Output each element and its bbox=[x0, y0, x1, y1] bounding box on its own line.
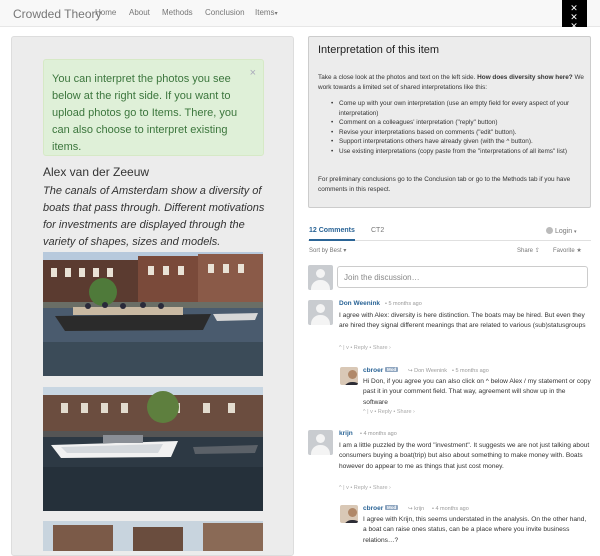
comment-actions[interactable]: ^ | v • Reply • Share › bbox=[363, 409, 415, 415]
alert-text: You can interpret the photos you see bel… bbox=[52, 73, 238, 153]
avatar bbox=[308, 300, 333, 325]
star-icon: ★ bbox=[576, 248, 582, 254]
instruction-item: Come up with your own interpretation (us… bbox=[331, 99, 585, 118]
comment-time[interactable]: • 5 months ago bbox=[452, 368, 489, 374]
favorite-button[interactable]: Favorite ★ bbox=[553, 247, 582, 254]
interpretation-footer: For preliminary conclusions go to the Co… bbox=[318, 176, 571, 193]
reply-to-name: krijn bbox=[414, 506, 425, 512]
comment-time[interactable]: • 4 months ago bbox=[432, 506, 469, 512]
user-icon bbox=[546, 227, 553, 234]
canal-photo-1 bbox=[43, 252, 263, 376]
comment-time[interactable]: • 5 months ago bbox=[385, 301, 422, 307]
comment-author-name: cbroer bbox=[363, 367, 384, 374]
avatar bbox=[308, 430, 333, 455]
comment-author-name: cbroer bbox=[363, 505, 384, 512]
nav-items-dropdown[interactable]: Items▾ bbox=[255, 8, 278, 17]
login-label: Login bbox=[554, 228, 573, 235]
current-user-avatar bbox=[308, 265, 333, 290]
nav-home[interactable]: Home bbox=[95, 8, 116, 17]
share-label: Share bbox=[517, 248, 534, 254]
instruction-list: Come up with your own interpretation (us… bbox=[331, 99, 585, 156]
reply-arrow-icon: ↪ bbox=[408, 506, 413, 512]
sort-dropdown[interactable]: Sort by Best ▾ bbox=[309, 247, 346, 254]
close-icon[interactable]: × bbox=[250, 65, 256, 82]
tab-comments[interactable]: 12 Comments bbox=[309, 227, 355, 241]
favorite-label: Favorite bbox=[553, 248, 575, 254]
tab-ct2[interactable]: CT2 bbox=[371, 227, 384, 234]
mod-badge: Mod bbox=[385, 505, 399, 510]
comment-author[interactable]: cbroer Mod bbox=[363, 367, 399, 374]
instruction-item: Revise your interpretations based on com… bbox=[331, 128, 585, 138]
comment-actions[interactable]: ^ | v • Reply • Share › bbox=[339, 345, 391, 351]
avatar bbox=[340, 367, 358, 385]
caret-down-icon: ▾ bbox=[574, 229, 577, 235]
comment-time[interactable]: • 4 months ago bbox=[360, 431, 397, 437]
brand-link[interactable]: Crowded Theory bbox=[13, 7, 102, 21]
reply-to-name: Don Weenink bbox=[414, 368, 448, 374]
nav-about[interactable]: About bbox=[129, 8, 150, 17]
reply-arrow-icon: ↪ bbox=[408, 368, 413, 374]
info-alert: You can interpret the photos you see bel… bbox=[43, 59, 264, 156]
login-button[interactable]: Login ▾ bbox=[546, 227, 577, 235]
instruction-item: Support interpretations others have alre… bbox=[331, 137, 585, 147]
instruction-item: Comment on a colleagues' interpretation … bbox=[331, 118, 585, 128]
canal-photo-2 bbox=[43, 387, 263, 511]
uva-logo: ✕ ✕ ✕ bbox=[562, 0, 587, 31]
intro-text-a: Take a close look at the photos and text… bbox=[318, 74, 478, 81]
comment-text: I agree with Alex: diversity is here dis… bbox=[339, 312, 586, 330]
interpretation-intro: Take a close look at the photos and text… bbox=[318, 73, 586, 92]
nav-methods[interactable]: Methods bbox=[162, 8, 193, 17]
navbar: Crowded Theory Home About Methods Conclu… bbox=[0, 0, 600, 31]
avatar bbox=[340, 505, 358, 523]
comment-text: I agree with Krijn, this seems understat… bbox=[363, 516, 587, 544]
share-icon: ⇪ bbox=[534, 248, 540, 254]
caret-down-icon: ▾ bbox=[343, 248, 347, 254]
comment-actions[interactable]: ^ | v • Reply • Share › bbox=[339, 485, 391, 491]
comment-author[interactable]: krijn bbox=[339, 430, 353, 437]
nav-conclusion[interactable]: Conclusion bbox=[205, 8, 245, 17]
item-description: The canals of Amsterdam show a diversity… bbox=[43, 185, 265, 248]
share-button[interactable]: Share ⇪ bbox=[517, 247, 540, 254]
comment-author[interactable]: cbroer Mod bbox=[363, 505, 399, 512]
comment-author[interactable]: Don Weenink bbox=[339, 300, 380, 307]
nav-items-label: Items bbox=[255, 8, 275, 17]
comment-text: I am a little puzzled by the word "inves… bbox=[339, 442, 590, 470]
canal-photo-3 bbox=[43, 521, 263, 551]
instruction-item: Use existing interpretations (copy paste… bbox=[331, 147, 585, 157]
sort-label: Sort by Best bbox=[309, 248, 342, 254]
comment-input[interactable]: Join the discussion… bbox=[337, 266, 588, 288]
reply-to[interactable]: ↪ krijn bbox=[408, 506, 424, 512]
item-author: Alex van der Zeeuw bbox=[43, 165, 150, 179]
interpretation-title: Interpretation of this item bbox=[318, 44, 440, 56]
mod-badge: Mod bbox=[385, 367, 399, 372]
caret-down-icon: ▾ bbox=[274, 11, 278, 17]
intro-question: How does diversity show here? bbox=[477, 74, 573, 81]
comment-text: Hi Don, if you agree you can also click … bbox=[363, 378, 591, 406]
reply-to[interactable]: ↪ Don Weenink bbox=[408, 368, 447, 374]
